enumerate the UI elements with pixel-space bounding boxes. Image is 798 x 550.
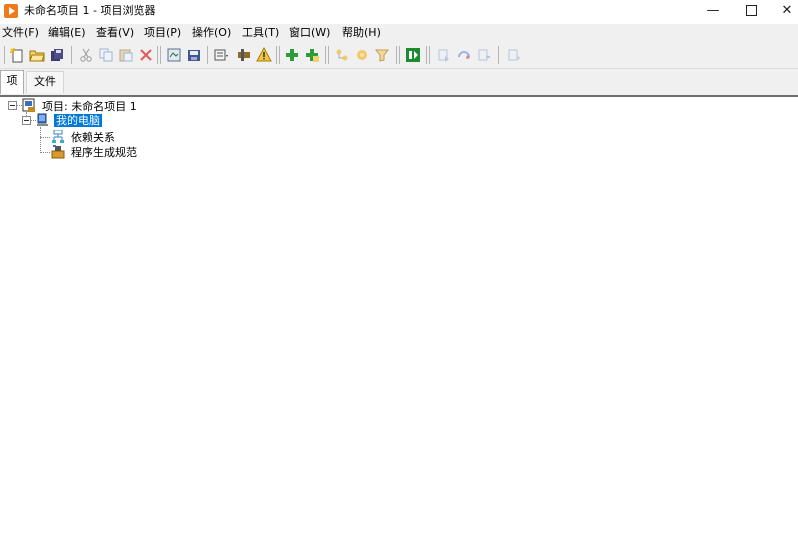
project-icon [22,98,36,112]
computer-collapse-icon[interactable] [22,116,31,125]
tree-connector [40,127,41,153]
step-into-icon[interactable] [436,47,452,63]
menu-operate[interactable]: 操作(O) [192,26,231,40]
tab-items[interactable]: 项 [0,70,24,94]
menu-tools[interactable]: 工具(T) [242,26,279,40]
window-title: 未命名项目 1 - 项目浏览器 [24,4,156,17]
view-tabs: 项 文件 [0,69,798,95]
expand-all-icon[interactable] [334,47,350,63]
menu-help[interactable]: 帮助(H) [342,26,381,40]
paste-icon[interactable] [118,47,134,63]
step-out-icon[interactable] [476,47,492,63]
tab-files[interactable]: 文件 [26,71,64,93]
close-button[interactable]: ✕ [764,0,798,24]
project-properties-icon[interactable] [166,47,182,63]
title-bar: 未命名项目 1 - 项目浏览器 — ✕ [0,0,798,24]
save-project-icon[interactable] [186,47,202,63]
toolbar-separator [157,46,161,64]
toolbar [0,42,798,69]
build-icon[interactable] [236,47,252,63]
menu-edit[interactable]: 编辑(E) [48,26,86,40]
toolbar-separator [396,46,400,64]
add-item-icon[interactable] [284,47,300,63]
build-specifications-icon [51,145,65,159]
copy-icon[interactable] [98,47,114,63]
menu-project[interactable]: 项目(P) [144,26,181,40]
dependencies-label[interactable]: 依赖关系 [71,131,115,144]
toolbar-separator [207,46,208,64]
view-options-icon[interactable] [214,47,230,63]
filter-view-icon[interactable] [374,47,390,63]
toolbar-separator [325,46,329,64]
new-file-icon[interactable] [9,47,25,63]
breakpoint-icon[interactable] [506,47,522,63]
save-all-icon[interactable] [49,47,65,63]
menu-window[interactable]: 窗口(W) [289,26,330,40]
step-over-icon[interactable] [456,47,472,63]
project-root-label[interactable]: 项目: 未命名项目 1 [42,100,137,113]
build-specifications-label[interactable]: 程序生成规范 [71,146,137,159]
toolbar-separator [71,46,72,64]
cut-icon[interactable] [78,47,94,63]
menu-file[interactable]: 文件(F) [2,26,39,40]
add-folder-icon[interactable] [304,47,320,63]
delete-icon[interactable] [138,47,154,63]
menu-bar: 文件(F) 编辑(E) 查看(V) 项目(P) 操作(O) 工具(T) 窗口(W… [0,24,798,42]
open-folder-icon[interactable] [29,47,45,63]
run-icon[interactable] [405,47,421,63]
warning-icon[interactable] [256,47,272,63]
project-tree: 项目: 未命名项目 1 我的电脑 依赖关系 程序生成规范 [0,97,798,550]
maximize-icon [745,5,757,16]
toolbar-separator [498,46,499,64]
root-collapse-icon[interactable] [8,101,17,110]
toolbar-separator [276,46,280,64]
toolbar-separator [426,46,430,64]
labview-app-icon [4,4,18,18]
menu-view[interactable]: 查看(V) [96,26,134,40]
tree-connector [40,137,50,138]
my-computer-label[interactable]: 我的电脑 [54,114,102,127]
dependencies-icon [51,129,65,144]
collapse-all-icon[interactable] [354,47,370,63]
toolbar-grip [4,46,5,64]
computer-icon [36,113,50,127]
tree-connector [40,152,50,153]
